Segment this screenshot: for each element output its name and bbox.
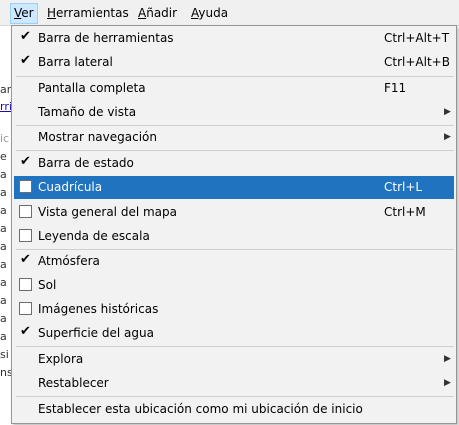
bg-text: ar bbox=[0, 83, 12, 96]
bg-text: a bbox=[0, 330, 7, 343]
menu-item-label: Superficie del agua bbox=[38, 326, 154, 340]
menu-item-water-surface[interactable]: ✔ Superficie del agua bbox=[14, 322, 454, 345]
menu-item-label: Explora bbox=[38, 352, 84, 366]
menu-item-sidebar[interactable]: ✔ Barra lateral Ctrl+Alt+B bbox=[14, 51, 454, 74]
menu-item-status-bar[interactable]: ✔ Barra de estado bbox=[14, 152, 454, 175]
menu-item-label: Establecer esta ubicación como mi ubicac… bbox=[38, 402, 363, 416]
menu-ver[interactable]: Ver bbox=[10, 3, 38, 24]
menu-item-sun[interactable]: Sol bbox=[14, 274, 454, 297]
bg-text: a bbox=[0, 168, 7, 181]
menu-anadir[interactable]: Añadir bbox=[135, 3, 180, 24]
menu-item-label: Barra lateral bbox=[38, 55, 113, 69]
menu-ver-rest: er bbox=[21, 6, 34, 20]
checkbox-icon bbox=[19, 278, 32, 291]
menu-item-toolbar[interactable]: ✔ Barra de herramientas Ctrl+Alt+T bbox=[14, 27, 454, 50]
menu-anadir-mnemonic: A bbox=[138, 6, 147, 20]
menu-item-grid[interactable]: Cuadrícula Ctrl+L bbox=[14, 176, 454, 199]
menu-item-fullscreen[interactable]: Pantalla completa F11 bbox=[14, 77, 454, 100]
submenu-arrow-icon: ▶ bbox=[444, 132, 451, 142]
submenu-arrow-icon: ▶ bbox=[444, 107, 451, 117]
menu-item-set-home[interactable]: Establecer esta ubicación como mi ubicac… bbox=[14, 398, 454, 421]
menu-herramientas-rest: erramientas bbox=[56, 6, 129, 20]
checkmark-icon: ✔ bbox=[20, 29, 31, 44]
menu-herramientas-mnemonic: H bbox=[47, 6, 57, 20]
menu-item-explore[interactable]: Explora ▶ bbox=[14, 348, 454, 371]
bg-text: ic bbox=[0, 132, 10, 145]
menu-item-shortcut: F11 bbox=[384, 81, 407, 95]
menu-herramientas[interactable]: Herramientas bbox=[44, 3, 132, 24]
menu-item-label: Tamaño de vista bbox=[38, 105, 137, 119]
menu-item-atmosphere[interactable]: ✔ Atmósfera bbox=[14, 250, 454, 273]
menu-item-show-navigation[interactable]: Mostrar navegación ▶ bbox=[14, 126, 454, 149]
menu-item-shortcut: Ctrl+Alt+T bbox=[384, 31, 450, 45]
menu-item-label: Pantalla completa bbox=[38, 81, 146, 95]
menu-separator bbox=[16, 150, 454, 151]
checkmark-icon: ✔ bbox=[20, 252, 31, 267]
submenu-arrow-icon: ▶ bbox=[444, 378, 451, 388]
menu-item-reset[interactable]: Restablecer ▶ bbox=[14, 372, 454, 395]
bg-text: e bbox=[0, 150, 7, 163]
menu-item-label: Mostrar navegación bbox=[38, 130, 157, 144]
menu-bar: Ver Herramientas Añadir Ayuda bbox=[0, 0, 459, 26]
bg-text: a bbox=[0, 312, 7, 325]
checkmark-icon: ✔ bbox=[20, 53, 31, 68]
bg-text: a bbox=[0, 294, 7, 307]
menu-item-label: Vista general del mapa bbox=[38, 205, 177, 219]
checkmark-icon: ✔ bbox=[20, 324, 31, 339]
menu-item-label: Barra de estado bbox=[38, 156, 134, 170]
checkbox-icon bbox=[19, 205, 32, 218]
menu-item-label: Atmósfera bbox=[38, 254, 100, 268]
menu-item-label: Cuadrícula bbox=[38, 180, 103, 194]
menu-item-shortcut: Ctrl+L bbox=[384, 180, 423, 194]
menu-item-label: Sol bbox=[38, 278, 57, 292]
menu-item-label: Restablecer bbox=[38, 376, 109, 390]
bg-text: si bbox=[0, 348, 9, 361]
menu-item-scale-legend[interactable]: Leyenda de escala bbox=[14, 225, 454, 248]
checkbox-icon bbox=[19, 229, 32, 242]
bg-text: a bbox=[0, 276, 7, 289]
menu-item-label: Imágenes históricas bbox=[38, 302, 159, 316]
checkmark-icon: ✔ bbox=[20, 154, 31, 169]
menu-ayuda[interactable]: Ayuda bbox=[188, 3, 231, 24]
checkbox-icon bbox=[19, 302, 32, 315]
menu-item-view-size[interactable]: Tamaño de vista ▶ bbox=[14, 101, 454, 124]
menu-item-map-overview[interactable]: Vista general del mapa Ctrl+M bbox=[14, 201, 454, 224]
bg-text: a bbox=[0, 258, 7, 271]
menu-item-shortcut: Ctrl+Alt+B bbox=[384, 55, 450, 69]
menu-item-historical-imagery[interactable]: Imágenes históricas bbox=[14, 298, 454, 321]
menu-ayuda-rest: yuda bbox=[198, 6, 229, 20]
menu-separator bbox=[16, 346, 454, 347]
view-menu-dropdown: ✔ Barra de herramientas Ctrl+Alt+T ✔ Bar… bbox=[11, 25, 457, 424]
menu-item-shortcut: Ctrl+M bbox=[384, 205, 426, 219]
menu-item-label: Leyenda de escala bbox=[38, 229, 150, 243]
menu-anadir-rest: ñadir bbox=[146, 6, 178, 20]
bg-text: a bbox=[0, 204, 7, 217]
submenu-arrow-icon: ▶ bbox=[444, 354, 451, 364]
bg-text: a bbox=[0, 222, 7, 235]
menu-separator bbox=[16, 396, 454, 397]
bg-text: a bbox=[0, 240, 7, 253]
checkbox-icon bbox=[19, 180, 32, 193]
bg-text: a bbox=[0, 186, 7, 199]
menu-item-label: Barra de herramientas bbox=[38, 31, 174, 45]
